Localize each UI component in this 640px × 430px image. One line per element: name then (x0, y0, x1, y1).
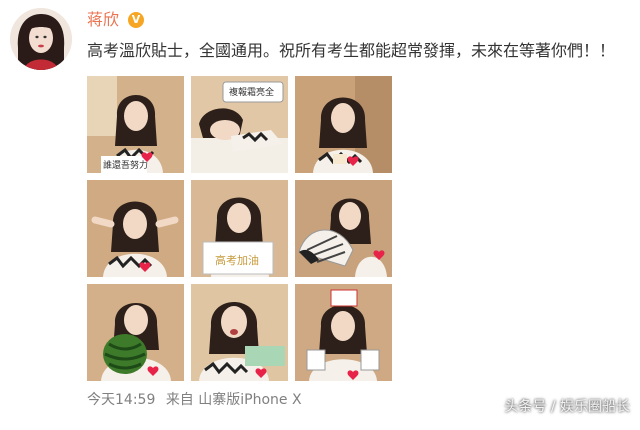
photo-7[interactable] (87, 284, 184, 381)
photo-2-sign: 複報霜亮全 (229, 88, 275, 98)
verified-badge-icon: V (128, 12, 144, 28)
photo-1-sign: 誰還吾努力 (103, 161, 149, 171)
photo-4-image (87, 180, 184, 277)
photo-1[interactable]: 誰還吾努力 (87, 76, 184, 173)
watermark: 头条号 / 娱乐圈船长 (504, 399, 630, 415)
photo-4[interactable] (87, 180, 184, 277)
username[interactable]: 蒋欣 (87, 10, 119, 30)
user-avatar[interactable] (10, 8, 72, 70)
post-text: 高考溫欣貼士，全國通用。祝所有考生都能超常發揮，未來在等著你們！！ (87, 41, 616, 60)
source-prefix: 来自 (165, 392, 194, 408)
photo-5-sign: 高考加油 (215, 254, 259, 267)
photo-5[interactable]: 高考加油 (191, 180, 288, 277)
post-meta: 今天14:59 来自 山寨版iPhone X (87, 391, 308, 409)
photo-3[interactable] (295, 76, 392, 173)
post-time[interactable]: 今天14:59 (87, 392, 155, 408)
photo-8[interactable] (191, 284, 288, 381)
photo-3-image (295, 76, 392, 173)
photo-6[interactable] (295, 180, 392, 277)
photo-7-image (87, 284, 184, 381)
avatar-portrait (10, 8, 72, 70)
photo-2[interactable]: 複報霜亮全 (191, 76, 288, 173)
photo-8-image (191, 284, 288, 381)
post-source[interactable]: 山寨版iPhone X (198, 392, 301, 408)
photo-9[interactable] (295, 284, 392, 381)
photo-6-image (295, 180, 392, 277)
photo-9-image (295, 284, 392, 381)
